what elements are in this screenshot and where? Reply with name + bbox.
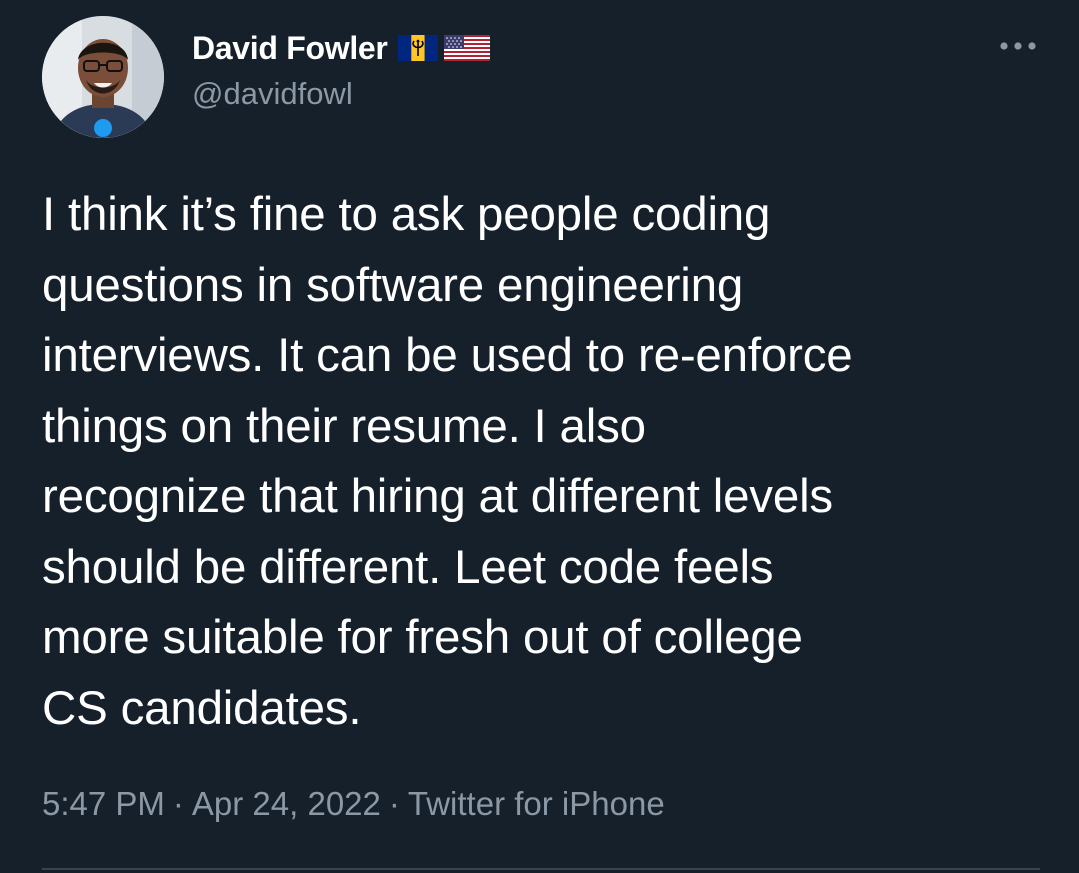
tweet-source[interactable]: Twitter for iPhone (408, 785, 665, 822)
name-row: David Fowler (192, 28, 490, 68)
tweet-card: David Fowler @davidfowl I think it’s fin… (0, 0, 1079, 873)
avatar-photo-icon (42, 16, 164, 138)
display-name[interactable]: David Fowler (192, 30, 388, 67)
meta-separator: · (172, 785, 184, 822)
tweet-time[interactable]: 5:47 PM (42, 785, 165, 822)
more-options-button[interactable] (996, 34, 1040, 58)
barbados-flag-icon (397, 32, 438, 64)
usa-flag-icon (443, 32, 490, 64)
tweet-date[interactable]: Apr 24, 2022 (192, 785, 381, 822)
divider (42, 868, 1040, 870)
meta-separator: · (388, 785, 400, 822)
user-handle[interactable]: @davidfowl (192, 76, 490, 112)
tweet-text: I think it’s fine to ask people coding q… (42, 188, 853, 735)
tweet-header: David Fowler @davidfowl (192, 28, 490, 112)
avatar[interactable] (42, 16, 164, 138)
more-options-icon (1000, 42, 1036, 50)
tweet-metadata: 5:47 PM · Apr 24, 2022 · Twitter for iPhone (42, 785, 665, 823)
